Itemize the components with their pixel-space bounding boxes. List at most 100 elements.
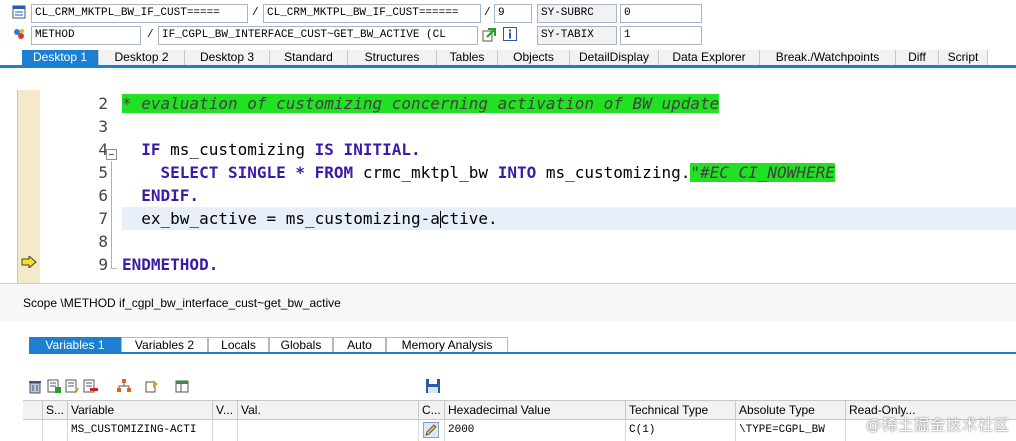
header-technical-type[interactable]: Technical Type (625, 401, 735, 420)
tab-locals[interactable]: Locals (208, 337, 269, 352)
statement-part: ctive. (439, 209, 498, 228)
cell-v (212, 420, 237, 441)
line-number: 6 (98, 186, 108, 205)
debugger-info-panel: CL_CRM_MKTPL_BW_IF_CUST===== / CL_CRM_MK… (0, 0, 1016, 46)
main-program-field[interactable]: CL_CRM_MKTPL_BW_IF_CUST===== (31, 4, 248, 23)
collapse-block-icon[interactable] (106, 149, 117, 160)
save-icon[interactable] (425, 378, 441, 394)
method-icon (12, 27, 26, 41)
identifier: ms_customizing (160, 140, 315, 159)
keyword: SELECT SINGLE * FROM (160, 163, 354, 182)
header-variable[interactable]: Variable (67, 401, 212, 420)
program-icon (12, 5, 26, 19)
row-select[interactable] (23, 420, 42, 441)
variables-tab-bar: Variables 1 Variables 2 Locals Globals A… (29, 337, 1016, 354)
tab-memory-analysis[interactable]: Memory Analysis (386, 337, 508, 352)
line-number: 9 (98, 255, 108, 274)
cell-technical-type: C(1) (625, 420, 735, 441)
tab-tables[interactable]: Tables (437, 50, 498, 65)
tab-standard[interactable]: Standard (270, 50, 348, 65)
transfer-icon[interactable] (144, 378, 160, 394)
separator: / (147, 29, 154, 41)
header-absolute-type[interactable]: Absolute Type (735, 401, 845, 420)
code-line-5: SELECT SINGLE * FROM crmc_mktpl_bw INTO … (122, 161, 835, 184)
header-s[interactable]: S... (42, 401, 67, 420)
cell-variable[interactable]: MS_CUSTOMIZING-ACTI (67, 420, 212, 441)
header-v[interactable]: V... (212, 401, 237, 420)
layout-icon[interactable] (174, 378, 190, 394)
statement-part: ex_bw_active = ms_customizing-a (141, 209, 440, 228)
tab-diff[interactable]: Diff (896, 50, 939, 65)
pencil-icon[interactable] (423, 422, 439, 438)
tab-objects[interactable]: Objects (498, 50, 570, 65)
fold-guide (111, 161, 112, 269)
insert-row-icon[interactable] (46, 378, 62, 394)
tab-auto[interactable]: Auto (333, 337, 386, 352)
code-line-2: * evaluation of customizing concerning a… (122, 92, 720, 115)
tab-variables-1[interactable]: Variables 1 (29, 337, 121, 352)
tab-desktop-1[interactable]: Desktop 1 (22, 50, 99, 65)
sy-subrc-value: 0 (620, 4, 702, 23)
tab-script[interactable]: Script (939, 50, 988, 65)
tab-desktop-3[interactable]: Desktop 3 (185, 50, 270, 65)
code-lines: * evaluation of customizing concerning a… (122, 90, 1016, 283)
keyword: IS INITIAL. (314, 140, 421, 159)
header-row-select[interactable] (23, 401, 42, 420)
identifier: ms_customizing. (536, 163, 691, 182)
scope-text: Scope \METHOD if_cgpl_bw_interface_cust~… (23, 296, 341, 310)
keyword: INTO (497, 163, 537, 182)
keyword: ENDMETHOD. (122, 255, 219, 274)
sy-tabix-value: 1 (620, 26, 702, 45)
event-type-field[interactable]: METHOD (31, 26, 141, 45)
cell-change[interactable] (418, 420, 444, 441)
tab-globals[interactable]: Globals (269, 337, 333, 352)
line-number: 3 (98, 117, 108, 136)
append-row-icon[interactable] (64, 378, 80, 394)
code-line-9: ENDMETHOD. (122, 253, 218, 276)
fold-guide-end (111, 268, 117, 269)
code-line-7: ex_bw_active = ms_customizing-active. (122, 207, 1016, 230)
source-code-editor[interactable]: 2 3 4 5 6 7 8 9 * evaluation of customiz… (17, 90, 1016, 283)
info-icon[interactable] (503, 27, 517, 41)
pragma-comment: "#EC CI_NOWHERE (690, 163, 835, 182)
tab-structures[interactable]: Structures (348, 50, 437, 65)
header-hex[interactable]: Hexadecimal Value (444, 401, 625, 420)
delete-icon[interactable] (27, 378, 43, 394)
separator: / (484, 7, 491, 19)
code-line-4: IF ms_customizing IS INITIAL. (122, 138, 421, 161)
include-field[interactable]: CL_CRM_MKTPL_BW_IF_CUST====== (263, 4, 481, 23)
hierarchy-icon[interactable] (116, 378, 132, 394)
variables-toolbar (24, 376, 1014, 396)
comment: * evaluation of customizing concerning a… (122, 94, 720, 113)
sy-tabix-label: SY-TABIX (537, 26, 617, 45)
cell-s (42, 420, 67, 441)
header-c[interactable]: C... (418, 401, 444, 420)
line-number: 5 (98, 163, 108, 182)
tab-detail-display[interactable]: DetailDisplay (570, 50, 659, 65)
event-name-field[interactable]: IF_CGPL_BW_INTERFACE_CUST~GET_BW_ACTIVE … (158, 26, 478, 45)
cell-hex[interactable]: 2000 (444, 420, 625, 441)
cell-absolute-type: \TYPE=CGPL_BW (735, 420, 845, 441)
tab-desktop-2[interactable]: Desktop 2 (99, 50, 185, 65)
current-statement-arrow-icon (21, 254, 37, 270)
keyword: IF (141, 140, 161, 159)
line-number: 4 (98, 140, 108, 159)
tab-data-explorer[interactable]: Data Explorer (659, 50, 760, 65)
line-number: 8 (98, 232, 108, 251)
cell-value[interactable] (237, 420, 418, 441)
line-number: 2 (98, 94, 108, 113)
keyword: ENDIF. (141, 186, 200, 205)
scope-bar: Scope \METHOD if_cgpl_bw_interface_cust~… (0, 283, 1016, 321)
tab-break-watchpoints[interactable]: Break./Watchpoints (760, 50, 896, 65)
header-value[interactable]: Val. (237, 401, 418, 420)
breakpoint-gutter[interactable] (18, 90, 40, 283)
separator: / (252, 7, 259, 19)
navigate-icon[interactable] (482, 28, 496, 42)
code-line-6: ENDIF. (122, 184, 199, 207)
desktop-tab-bar: Desktop 1 Desktop 2 Desktop 3 Standard S… (0, 50, 1016, 68)
line-number: 7 (98, 209, 108, 228)
tab-variables-2[interactable]: Variables 2 (121, 337, 208, 352)
line-numbers: 2 3 4 5 6 7 8 9 (40, 90, 108, 283)
line-number-field[interactable]: 9 (494, 4, 532, 23)
delete-row-icon[interactable] (82, 378, 98, 394)
